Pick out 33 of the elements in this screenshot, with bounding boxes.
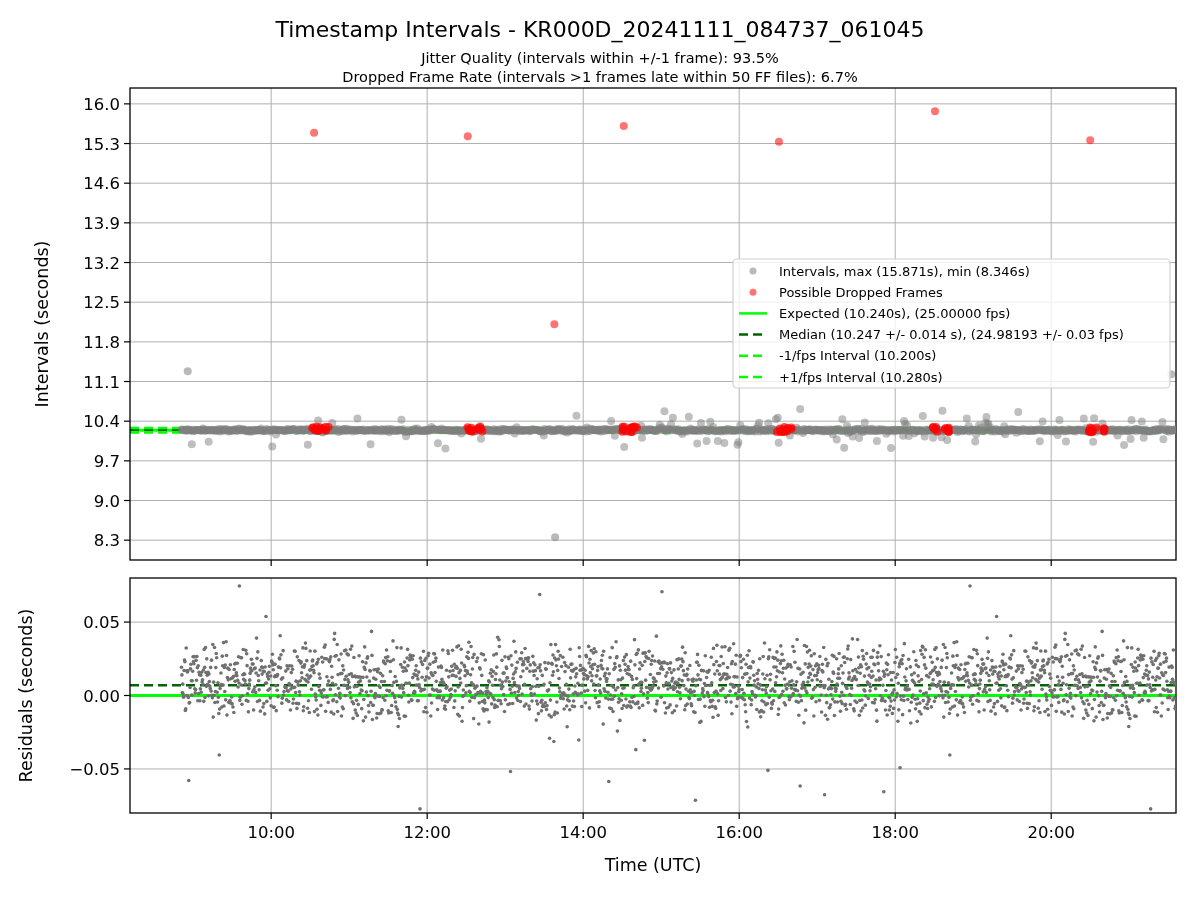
x-tick-label: 20:00 [1027, 823, 1075, 842]
x-tick-label: 14:00 [559, 823, 607, 842]
figure-subtitle: Dropped Frame Rate (intervals >1 frames late within 50 FF files): 6.7% [342, 69, 858, 85]
y-tick-label: 14.6 [83, 174, 120, 194]
x-tick-label: 12:00 [403, 823, 451, 842]
x-tick-label: 18:00 [871, 823, 919, 842]
y-tick-label: 9.0 [93, 491, 120, 511]
legend-label: Possible Dropped Frames [779, 284, 943, 300]
legend-label: Expected (10.240s), (25.00000 fps) [779, 305, 1011, 321]
y-tick-label: 0.00 [83, 686, 120, 706]
y-tick-label: 13.9 [83, 213, 120, 233]
y-tick-label: 13.2 [83, 253, 120, 273]
y-tick-label: 8.3 [93, 531, 120, 551]
x-tick-label: 10:00 [247, 823, 295, 842]
y-axis-label: Intervals (seconds) [32, 240, 52, 408]
y-axis-label: Residuals (seconds) [16, 608, 36, 783]
y-tick-label: 11.1 [83, 372, 120, 392]
y-tick-label: 9.7 [93, 451, 120, 471]
y-tick-label: 10.4 [83, 412, 120, 432]
legend-label: Intervals, max (15.871s), min (8.346s) [779, 263, 1030, 279]
y-tick-label: 15.3 [83, 134, 120, 154]
figure-subtitle: Jitter Quality (intervals within +/-1 frame): 93.5% [421, 50, 779, 66]
figure-title: Timestamp Intervals - KR000D_20241111_084737_061045 [275, 17, 925, 42]
y-tick-label: 11.8 [83, 332, 120, 352]
y-tick-label: 16.0 [83, 94, 120, 114]
y-tick-label: −0.05 [69, 759, 120, 779]
x-tick-label: 16:00 [715, 823, 763, 842]
y-tick-label: 12.5 [83, 293, 120, 313]
legend-label: +1/fps Interval (10.280s) [779, 369, 943, 385]
legend-label: Median (10.247 +/- 0.014 s), (24.98193 +/- 0.03 fps) [779, 327, 1124, 343]
x-axis-label: Time (UTC) [604, 855, 702, 875]
legend-label: -1/fps Interval (10.200s) [779, 348, 937, 364]
y-tick-label: 0.05 [83, 613, 120, 633]
